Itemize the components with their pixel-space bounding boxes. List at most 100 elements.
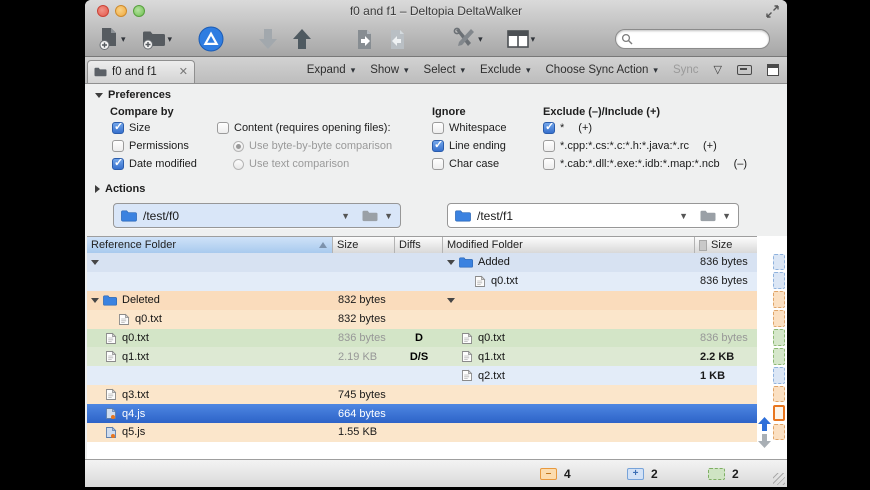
diff-map-block[interactable]	[773, 386, 785, 403]
checkbox-char-case[interactable]: Char case	[432, 158, 499, 170]
added-count-badge: + 2	[627, 467, 658, 481]
browse-folder-icon[interactable]	[700, 210, 716, 222]
diff-map-block[interactable]	[773, 348, 785, 365]
column-grip-icon[interactable]	[699, 240, 707, 251]
chevron-down-icon[interactable]: ▼	[679, 211, 688, 221]
checkbox-size[interactable]: Size	[112, 122, 150, 134]
table-row[interactable]: q5.js1.55 KB	[87, 423, 757, 442]
tab-label: f0 and f1	[112, 66, 157, 78]
previous-diff-arrow-icon[interactable]	[758, 417, 771, 431]
diff-flags	[395, 423, 443, 442]
checkbox-filter-binaries[interactable]: *.cab:*.dll:*.exe:*.idb:*.map:*.ncb (–)	[543, 158, 747, 170]
table-row[interactable]: Deleted832 bytes	[87, 291, 757, 310]
search-input[interactable]	[615, 29, 770, 49]
folder-icon	[103, 295, 117, 306]
column-header-modified-folder[interactable]: Modified Folder	[443, 237, 695, 253]
close-tab-icon[interactable]: ✕	[179, 67, 188, 78]
column-header-size-left[interactable]: Size	[333, 237, 395, 253]
tab-f0-and-f1[interactable]: f0 and f1 ✕	[87, 60, 195, 83]
diff-map-block[interactable]	[773, 405, 785, 422]
new-file-comparison-button[interactable]: ▾	[99, 25, 126, 53]
table-row[interactable]: q1.txt2.19 KBD/Sq1.txt2.2 KB	[87, 347, 757, 366]
right-path-combobox[interactable]: /test/f1 ▼ ▼	[447, 203, 739, 228]
browse-folder-icon[interactable]	[362, 210, 378, 222]
select-menu[interactable]: Select▾	[424, 64, 466, 76]
table-row[interactable]: q0.txt836 bytesDq0.txt836 bytes	[87, 329, 757, 348]
diff-map-block[interactable]	[773, 424, 785, 441]
row-size-cell: 832 bytes	[333, 291, 395, 310]
chevron-down-icon[interactable]: ▼	[384, 211, 393, 221]
deltawalker-button[interactable]	[198, 25, 224, 53]
table-row[interactable]: q0.txt836 bytes	[87, 272, 757, 291]
maximize-pane-icon[interactable]	[767, 64, 779, 76]
new-folder-comparison-button[interactable]: ▾	[142, 25, 173, 53]
collapse-panel-icon[interactable]: ▽	[714, 65, 722, 76]
checkbox-filter-all[interactable]: * (+)	[543, 122, 592, 134]
checkbox-whitespace[interactable]: Whitespace	[432, 122, 506, 134]
checkbox-content[interactable]: Content (requires opening files):	[217, 122, 391, 134]
row-name-cell: q0.txt	[87, 310, 333, 329]
copy-to-right-button[interactable]	[356, 25, 373, 53]
layout-button[interactable]: ▾	[507, 25, 536, 53]
minimize-pane-icon[interactable]	[737, 65, 752, 75]
diff-map-block[interactable]	[773, 254, 785, 271]
row-size-cell: 664 bytes	[333, 404, 395, 423]
expander-icon[interactable]	[447, 298, 455, 303]
chevron-down-icon: ▾	[461, 66, 466, 75]
fullscreen-icon[interactable]	[766, 5, 779, 18]
title-bar[interactable]: f0 and f1 – Deltopia DeltaWalker	[85, 0, 787, 22]
next-difference-button[interactable]	[292, 25, 312, 53]
row-size-cell	[333, 253, 395, 272]
table-row[interactable]: q2.txt1 KB	[87, 366, 757, 385]
table-row[interactable]: Added836 bytes	[87, 253, 757, 272]
column-header-reference-folder[interactable]: Reference Folder	[87, 237, 333, 253]
row-size-cell: 836 bytes	[695, 272, 757, 291]
disclosure-open-icon	[95, 93, 103, 98]
diff-map-block[interactable]	[773, 272, 785, 289]
file-icon	[104, 332, 117, 345]
checkbox-date-modified[interactable]: Date modified	[112, 158, 197, 170]
checkbox-filter-source[interactable]: *.cpp:*.cs:*.c:*.h:*.java:*.rc (+)	[543, 140, 717, 152]
table-row[interactable]: q0.txt832 bytes	[87, 310, 757, 329]
exclude-menu[interactable]: Exclude▾	[480, 64, 530, 76]
chevron-down-icon[interactable]: ▼	[722, 211, 731, 221]
diff-map-block[interactable]	[773, 329, 785, 346]
column-header-size-right[interactable]: Size	[695, 237, 757, 253]
chevron-down-icon: ▾	[478, 35, 483, 44]
next-diff-arrow-icon[interactable]	[758, 434, 771, 448]
previous-difference-button[interactable]	[258, 25, 278, 53]
diff-map-block[interactable]	[773, 291, 785, 308]
radio-byte-by-byte: Use byte-by-byte comparison	[233, 140, 392, 152]
chevron-down-icon: ▾	[653, 66, 658, 75]
choose-sync-action-menu[interactable]: Choose Sync Action▾	[546, 64, 658, 76]
diff-flags	[395, 310, 443, 329]
expand-menu[interactable]: Expand▾	[307, 64, 356, 76]
file-size: 2.2 KB	[695, 351, 734, 363]
file-icon	[104, 388, 117, 401]
expander-icon[interactable]	[91, 298, 99, 303]
expander-icon[interactable]	[447, 260, 455, 265]
new-folder-icon	[142, 28, 166, 50]
checkbox-unchecked-icon	[112, 140, 124, 152]
left-path-combobox[interactable]: /test/f0 ▼ ▼	[113, 203, 401, 228]
chevron-down-icon[interactable]: ▼	[341, 211, 350, 221]
table-row[interactable]: q4.js664 bytes	[87, 404, 757, 423]
row-size-cell: 836 bytes	[695, 253, 757, 272]
checkbox-unchecked-icon	[432, 158, 444, 170]
checkbox-line-ending[interactable]: Line ending	[432, 140, 506, 152]
column-header-diffs[interactable]: Diffs	[395, 237, 443, 253]
show-menu[interactable]: Show▾	[370, 64, 408, 76]
preferences-section-header[interactable]: Preferences	[95, 89, 171, 101]
tools-button[interactable]: ▾	[452, 25, 483, 53]
resize-grip[interactable]	[773, 473, 785, 485]
file-name: q2.txt	[478, 370, 505, 382]
checkbox-checked-icon	[112, 122, 124, 134]
copy-to-left-button[interactable]	[389, 25, 406, 53]
diff-map-block[interactable]	[773, 310, 785, 327]
table-row[interactable]: q3.txt745 bytes	[87, 385, 757, 404]
checkbox-permissions[interactable]: Permissions	[112, 140, 189, 152]
diff-map-block[interactable]	[773, 367, 785, 384]
radio-unselected-icon	[233, 159, 244, 170]
expander-icon[interactable]	[91, 260, 99, 265]
actions-section-header[interactable]: Actions	[95, 183, 145, 195]
